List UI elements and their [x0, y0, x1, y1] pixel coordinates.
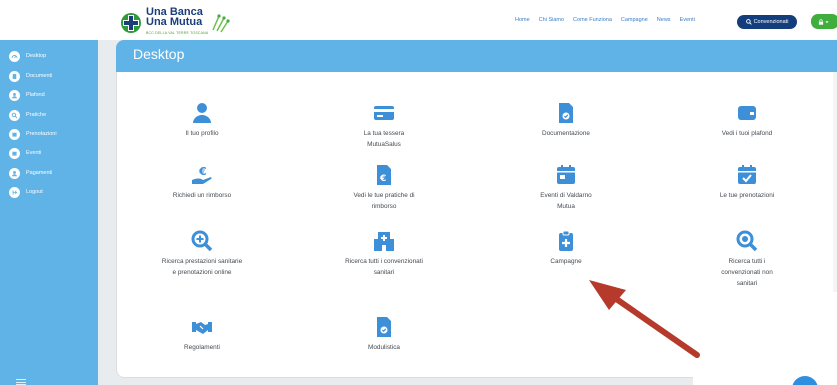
tile-label: Le tue prenotazioni [719, 192, 775, 199]
hamburger-icon[interactable] [16, 379, 26, 385]
tile-label: Il tuo profilo [185, 130, 219, 137]
sidebar-item-desktop[interactable]: Desktop [9, 50, 46, 62]
card-icon [374, 106, 394, 120]
search-badge-icon [736, 230, 758, 252]
search-icon [745, 19, 752, 25]
tile-convenzionati-sanitari[interactable]: Ricerca tutti i convenzionati sanitari [334, 230, 434, 278]
calendar-icon [12, 151, 17, 156]
clipboard-plus-icon [559, 230, 573, 251]
sidebar-item-logout[interactable]: Logout [9, 186, 43, 198]
wallet-icon [738, 106, 756, 120]
sidebar-item-label: Eventi [26, 150, 42, 156]
sidebar-item-label: Pagamenti [26, 170, 53, 176]
tile-label: Vedi i tuoi plafond [721, 130, 773, 137]
tile-tessera[interactable]: La tua tessera MutuaSalus [334, 102, 434, 150]
user-icon [193, 103, 211, 123]
nav-chi-siamo[interactable]: Chi Siamo [539, 17, 564, 23]
sidebar-item-label: Prenotazioni [26, 131, 57, 137]
scroll-strip [833, 72, 837, 292]
top-header: Una Banca Una Mutua BCC DELLA VAL TERRE … [0, 0, 837, 40]
user-menu-button[interactable] [811, 14, 837, 29]
logo-line-2: Una Mutua [146, 16, 203, 28]
caret-down-icon [825, 20, 829, 23]
convenzionati-button[interactable]: Convenzionati [737, 15, 797, 29]
tile-label: Vedi le tue pratiche di rimborso [353, 192, 415, 210]
tile-modulistica[interactable]: Modulistica [334, 316, 434, 353]
gauge-icon [11, 54, 18, 58]
search-plus-icon [191, 230, 213, 252]
sidebar-item-label: Logout [26, 189, 43, 195]
tile-convenzionati-non-sanitari[interactable]: Ricerca tutti i convenzionati non sanita… [697, 230, 797, 289]
nav-come-funziona[interactable]: Come Funziona [573, 17, 612, 23]
euro-document-icon: € [377, 165, 391, 185]
tile-plafond[interactable]: Vedi i tuoi plafond [697, 102, 797, 139]
tile-rimborso[interactable]: € Richiedi un rimborso [152, 164, 252, 201]
logout-icon [12, 189, 18, 195]
overlay-patch [693, 350, 837, 385]
user-icon [12, 92, 17, 98]
sidebar-item-documenti[interactable]: Documenti [9, 70, 52, 82]
leaves-icon [212, 13, 231, 32]
tile-label: Richiedi un rimborso [172, 192, 232, 199]
tile-label: Documentazione [542, 130, 590, 137]
tile-label: Ricerca tutti i convenzionati non sanita… [721, 258, 773, 287]
nav-eventi[interactable]: Eventi [680, 17, 695, 23]
nav-home[interactable]: Home [515, 17, 530, 23]
tile-pratiche-rimborso[interactable]: € Vedi le tue pratiche di rimborso [334, 164, 434, 212]
sidebar-item-plafond[interactable]: Plafond [9, 89, 45, 101]
svg-text:€: € [198, 165, 207, 178]
brand-logo[interactable]: Una Banca Una Mutua BCC DELLA VAL TERRE … [120, 7, 231, 38]
calendar-icon [12, 132, 17, 137]
cross-logo-icon [121, 12, 141, 33]
document-check-icon [377, 317, 391, 337]
tile-label: La tua tessera MutuaSalus [363, 130, 405, 148]
convenzionati-label: Convenzionati [753, 19, 789, 25]
calendar-icon [557, 165, 575, 184]
user-icon [12, 170, 17, 176]
tile-prenotazioni[interactable]: Le tue prenotazioni [697, 164, 797, 201]
content-header: Desktop [116, 40, 837, 72]
nav-campagne[interactable]: Campagne [621, 17, 648, 23]
sidebar-item-label: Documenti [26, 73, 53, 79]
document-check-icon [559, 103, 573, 123]
nav-news[interactable]: News [657, 17, 671, 23]
tile-label: Ricerca tutti i convenzionati sanitari [345, 258, 423, 276]
hospital-icon [374, 232, 394, 251]
sidebar-item-pratiche[interactable]: Pratiche [9, 109, 46, 121]
tile-label: Campagne [550, 258, 582, 265]
sidebar-item-prenotazioni[interactable]: Prenotazioni [9, 128, 57, 140]
logo-tagline: BCC DELLA VAL TERRE TOSCANA [146, 31, 209, 35]
page-title: Desktop [133, 46, 185, 62]
tile-label: Modulistica [368, 344, 400, 351]
lock-icon [818, 18, 824, 25]
tile-label: Eventi di Valdarno Mutua [540, 192, 592, 210]
tile-documentazione[interactable]: Documentazione [516, 102, 616, 139]
search-icon [11, 112, 18, 118]
main-nav: Home Chi Siamo Come Funziona Campagne Ne… [515, 17, 704, 23]
sidebar: Desktop Documenti Plafond Pratiche Preno… [0, 40, 98, 385]
tile-profilo[interactable]: Il tuo profilo [152, 102, 252, 139]
sidebar-item-label: Desktop [26, 53, 47, 59]
tile-regolamenti[interactable]: Regolamenti [152, 316, 252, 353]
tile-label: Ricerca prestazioni sanitarie e prenotaz… [161, 258, 243, 276]
svg-text:€: € [379, 174, 386, 184]
handshake-icon [192, 322, 212, 334]
tile-ricerca-prestazioni[interactable]: Ricerca prestazioni sanitarie e prenotaz… [152, 230, 252, 278]
tile-campagne[interactable]: Campagne [516, 230, 616, 267]
sidebar-item-eventi[interactable]: Eventi [9, 147, 41, 159]
sidebar-item-label: Plafond [26, 92, 45, 98]
sidebar-item-pagamenti[interactable]: Pagamenti [9, 167, 52, 179]
calendar-check-icon [738, 165, 756, 184]
tile-eventi[interactable]: Eventi di Valdarno Mutua [516, 164, 616, 212]
app-window: Una Banca Una Mutua BCC DELLA VAL TERRE … [0, 0, 837, 385]
euro-hand-icon: € [192, 165, 212, 184]
sidebar-item-label: Pratiche [26, 112, 47, 118]
tile-label: Regolamenti [184, 344, 220, 351]
document-icon [12, 73, 17, 79]
